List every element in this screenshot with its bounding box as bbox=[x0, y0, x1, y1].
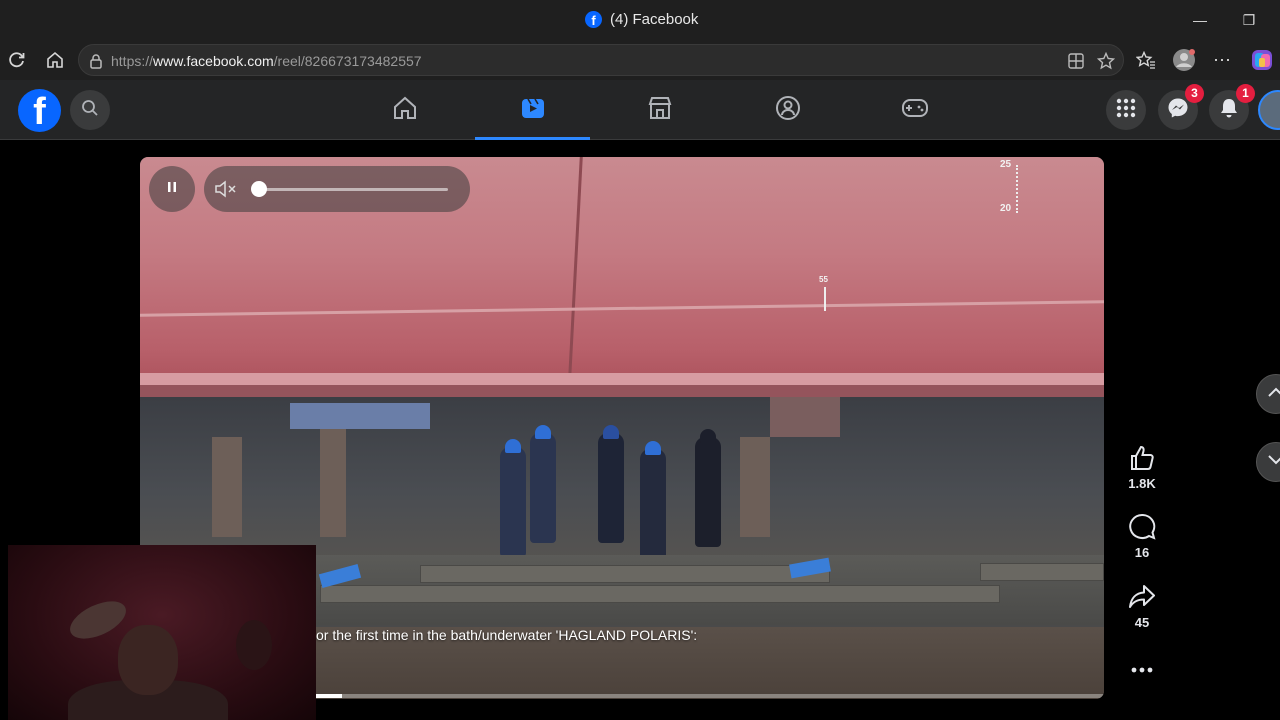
draft-mark: 55 bbox=[819, 275, 828, 284]
chevron-down-icon bbox=[1267, 453, 1280, 471]
facebook-header: f 3 1 bbox=[0, 80, 1280, 140]
search-icon bbox=[81, 99, 99, 122]
like-button[interactable]: 1.8K bbox=[1118, 442, 1166, 491]
pause-button[interactable] bbox=[149, 166, 195, 212]
share-count: 45 bbox=[1134, 615, 1150, 630]
like-icon bbox=[1118, 442, 1166, 474]
facebook-favicon-icon: f bbox=[585, 11, 602, 28]
tab-groups[interactable] bbox=[730, 80, 845, 140]
tab-title-text: (4) Facebook bbox=[610, 11, 699, 28]
copilot-icon[interactable] bbox=[1250, 48, 1274, 72]
webcam-overlay bbox=[8, 545, 316, 720]
dots-icon bbox=[1118, 654, 1166, 686]
tab-reels[interactable] bbox=[475, 80, 590, 140]
star-icon[interactable] bbox=[1096, 51, 1116, 75]
tab-title[interactable]: f (4) Facebook bbox=[585, 11, 698, 28]
browser-toolbar: https://www.facebook.com/reel/8266731734… bbox=[0, 40, 1280, 80]
url-text: https://www.facebook.com/reel/8266731734… bbox=[111, 53, 422, 69]
draft-mark: 20 bbox=[1000, 203, 1012, 214]
more-options-button[interactable] bbox=[1118, 654, 1166, 686]
tab-gaming[interactable] bbox=[857, 80, 972, 140]
video-progress-fill bbox=[316, 694, 342, 698]
notifications-button[interactable]: 1 bbox=[1209, 84, 1255, 130]
home-icon[interactable] bbox=[43, 48, 67, 72]
volume-slider[interactable] bbox=[258, 188, 448, 191]
facebook-logo-icon[interactable]: f bbox=[18, 89, 61, 132]
restore-button[interactable]: ❐ bbox=[1237, 8, 1261, 32]
lock-icon[interactable] bbox=[89, 53, 103, 74]
menu-button[interactable] bbox=[1106, 90, 1146, 130]
notifications-badge: 1 bbox=[1236, 84, 1255, 103]
pause-icon bbox=[165, 180, 179, 199]
messenger-icon bbox=[1167, 97, 1189, 124]
more-icon[interactable]: ⋯ bbox=[1210, 48, 1234, 72]
next-reel-button[interactable] bbox=[1256, 442, 1280, 482]
comment-icon bbox=[1118, 511, 1166, 543]
volume-slider-knob[interactable] bbox=[251, 181, 267, 197]
reel-caption: or the first time in the bath/underwater… bbox=[316, 627, 698, 643]
search-button[interactable] bbox=[70, 90, 110, 130]
address-bar[interactable]: https://www.facebook.com/reel/8266731734… bbox=[78, 44, 1124, 76]
reels-icon bbox=[520, 95, 546, 126]
profile-icon[interactable] bbox=[1172, 48, 1196, 72]
tab-marketplace[interactable] bbox=[602, 80, 717, 140]
browser-titlebar: f (4) Facebook — ❐ bbox=[0, 0, 1280, 40]
chevron-up-icon bbox=[1267, 385, 1280, 403]
draft-mark: 25 bbox=[1000, 159, 1012, 170]
messenger-badge: 3 bbox=[1185, 84, 1204, 103]
messenger-button[interactable]: 3 bbox=[1158, 84, 1204, 130]
mute-icon[interactable] bbox=[214, 177, 238, 201]
favorites-icon[interactable] bbox=[1134, 48, 1158, 72]
share-button[interactable]: 45 bbox=[1118, 581, 1166, 630]
marketplace-icon bbox=[647, 95, 673, 126]
tab-home[interactable] bbox=[347, 80, 462, 140]
video-progress-bar[interactable] bbox=[316, 694, 1104, 698]
like-count: 1.8K bbox=[1128, 476, 1156, 491]
home-icon bbox=[392, 95, 418, 126]
comment-count: 16 bbox=[1134, 545, 1150, 560]
apps-icon[interactable] bbox=[1067, 52, 1085, 75]
minimize-button[interactable]: — bbox=[1188, 8, 1212, 32]
menu-grid-icon bbox=[1116, 98, 1136, 123]
screen: { "browser": { "tab_title": "(4) Faceboo… bbox=[0, 0, 1280, 720]
groups-icon bbox=[775, 95, 801, 126]
account-avatar[interactable] bbox=[1258, 90, 1280, 130]
previous-reel-button[interactable] bbox=[1256, 374, 1280, 414]
share-icon bbox=[1118, 581, 1166, 613]
comment-button[interactable]: 16 bbox=[1118, 511, 1166, 560]
refresh-icon[interactable] bbox=[5, 48, 29, 72]
gaming-icon bbox=[901, 97, 929, 124]
volume-control[interactable] bbox=[204, 166, 470, 212]
bell-icon bbox=[1219, 97, 1239, 124]
